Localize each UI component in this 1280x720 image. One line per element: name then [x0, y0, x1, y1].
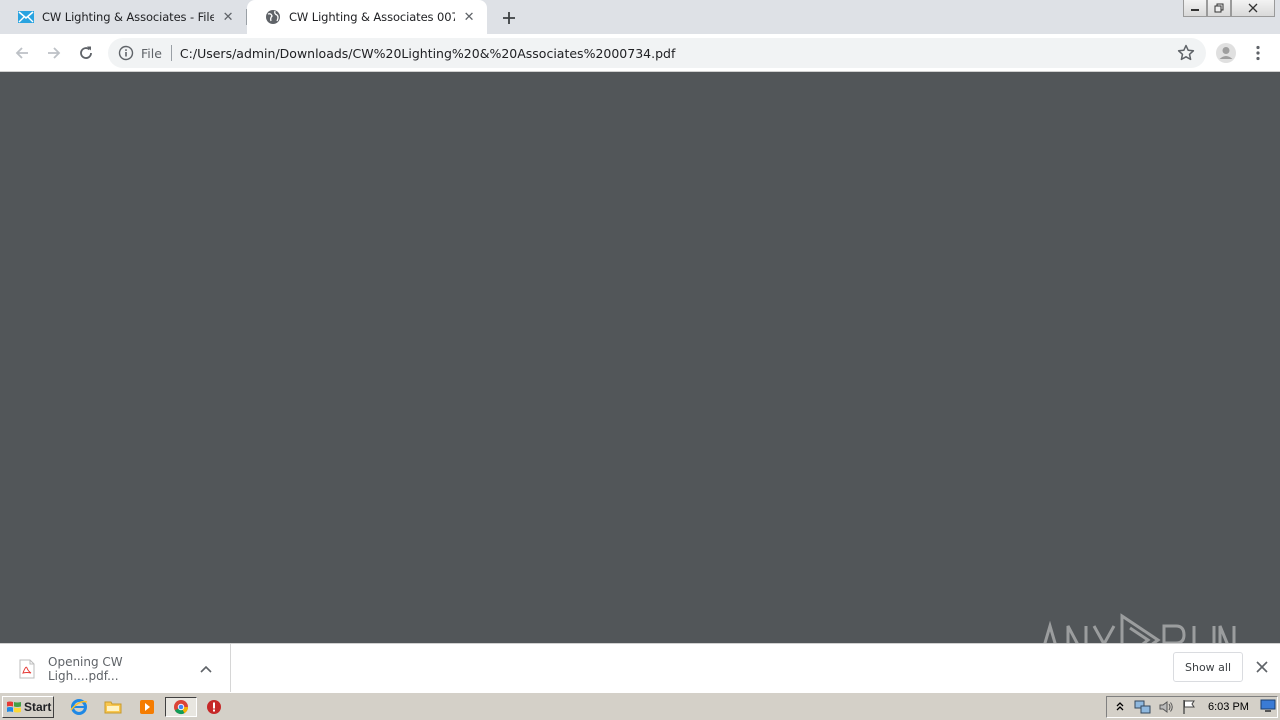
flag-icon: [1183, 700, 1195, 714]
start-button[interactable]: Start: [2, 696, 54, 718]
taskbar: Start 6:03 PM: [0, 692, 1280, 720]
windows-flag-icon: [7, 701, 21, 713]
arrow-left-icon: [15, 47, 28, 59]
clock[interactable]: 6:03 PM: [1208, 701, 1249, 713]
tab-pdf[interactable]: CW Lighting & Associates 00734.pdf ✕: [247, 0, 487, 34]
filemail-icon: [18, 11, 34, 23]
arrow-right-icon: [48, 47, 61, 59]
download-shelf: Opening CW Ligh....pdf... Show all: [0, 643, 1280, 693]
kebab-menu-icon: [1256, 45, 1260, 61]
tray-volume[interactable]: [1156, 698, 1176, 716]
pdf-viewer-area: [0, 72, 1280, 643]
back-button[interactable]: [10, 41, 34, 65]
folder-icon: [104, 701, 122, 714]
close-icon: [1256, 661, 1268, 673]
system-tray: [1106, 696, 1278, 718]
stop-sign-icon: [207, 700, 221, 714]
pdf-file-icon: [19, 659, 35, 678]
tab-title: CW Lighting & Associates - Filemail: [42, 10, 214, 24]
taskbar-chrome[interactable]: [165, 697, 197, 717]
minimize-icon: [1191, 9, 1199, 11]
profile-avatar-icon[interactable]: [1214, 41, 1238, 65]
tab-filemail[interactable]: CW Lighting & Associates - Filemail ✕: [0, 0, 246, 34]
media-player-icon: [140, 700, 154, 714]
globe-icon: [266, 10, 280, 24]
minimize-button[interactable]: [1183, 0, 1207, 17]
tab-title: CW Lighting & Associates 00734.pdf: [289, 10, 455, 24]
restore-button[interactable]: [1207, 0, 1231, 17]
forward-button[interactable]: [42, 41, 66, 65]
chevron-up-icon: [200, 665, 212, 673]
network-icon: [1134, 700, 1151, 714]
taskbar-media-player[interactable]: [136, 697, 158, 717]
start-label: Start: [24, 700, 52, 714]
close-icon: [1248, 3, 1258, 13]
address-bar[interactable]: File C:/Users/admin/Downloads/CW%20Light…: [108, 38, 1206, 68]
bookmark-star-icon[interactable]: [1176, 43, 1196, 63]
internet-explorer-icon: [70, 699, 88, 715]
scheme-label: File: [141, 45, 162, 61]
reload-icon: [80, 46, 92, 59]
download-item[interactable]: Opening CW Ligh....pdf...: [0, 644, 231, 693]
download-item-label: Opening CW Ligh....pdf...: [48, 654, 123, 683]
plus-icon: [503, 12, 515, 24]
speaker-icon: [1159, 701, 1173, 713]
show-desktop-button[interactable]: [1258, 697, 1278, 715]
close-shelf-button[interactable]: [1252, 657, 1272, 677]
tab-strip: CW Lighting & Associates - Filemail ✕ CW…: [0, 0, 1280, 34]
close-window-button[interactable]: [1231, 0, 1275, 17]
taskbar-explorer[interactable]: [102, 697, 124, 717]
chevron-up-icon: [1116, 702, 1124, 711]
new-tab-button[interactable]: [499, 8, 519, 28]
tray-network[interactable]: [1133, 698, 1153, 716]
tab-close-icon[interactable]: ✕: [220, 9, 236, 25]
taskbar-stop-app[interactable]: [203, 697, 225, 717]
chrome-icon: [174, 700, 189, 715]
browser-menu-button[interactable]: [1248, 41, 1268, 65]
show-all-button[interactable]: Show all: [1173, 652, 1243, 682]
browser-toolbar: File C:/Users/admin/Downloads/CW%20Light…: [0, 34, 1280, 72]
window-controls: [1183, 0, 1275, 18]
download-options-button[interactable]: [194, 657, 218, 681]
tab-close-icon[interactable]: ✕: [461, 9, 477, 25]
monitor-icon: [1260, 699, 1276, 712]
reload-button[interactable]: [74, 41, 98, 65]
restore-icon: [1214, 3, 1224, 13]
info-icon[interactable]: [118, 45, 134, 61]
tray-expand-button[interactable]: [1110, 698, 1130, 716]
taskbar-ie[interactable]: [68, 697, 90, 717]
tray-action-center[interactable]: [1179, 698, 1199, 716]
omnibox-divider: [170, 45, 172, 61]
url-text[interactable]: C:/Users/admin/Downloads/CW%20Lighting%2…: [180, 46, 675, 61]
